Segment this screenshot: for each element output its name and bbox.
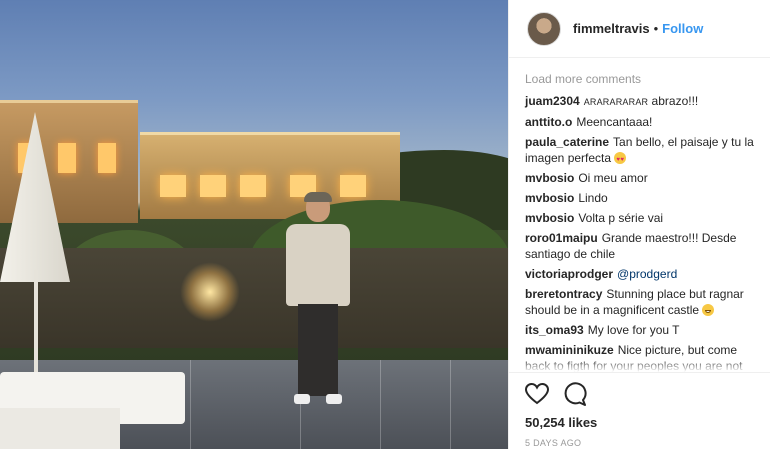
comment-username[interactable]: victoriaprodger: [525, 267, 613, 281]
comment-username[interactable]: mvbosio: [525, 191, 574, 205]
comment-text: abrazo!!!: [648, 94, 699, 108]
post-username[interactable]: fimmeltravis: [573, 21, 650, 36]
comment-item: paula_caterine Tan bello, el paisaje y tu…: [525, 134, 755, 168]
comment-username[interactable]: anttito.o: [525, 115, 572, 129]
comment-mention-link[interactable]: @prodgerd: [617, 267, 677, 281]
comment-item: roro01maipu Grande maestro!!! Desde santi…: [525, 230, 755, 262]
avatar[interactable]: [527, 11, 561, 46]
comment-item: breretontracy Stunning place but ragnar s…: [525, 286, 755, 318]
comment-item: mvbosio Lindo: [525, 190, 755, 206]
heart-eyes-emoji-icon: [614, 152, 627, 168]
comment-item: anttito.o Meencantaaa!: [525, 114, 755, 130]
comment-item: juam2304 ARARARARAR abrazo!!!: [525, 93, 755, 110]
comment-text-small: ARARARARAR: [583, 97, 649, 107]
comment-username[interactable]: roro01maipu: [525, 231, 598, 245]
comment-username[interactable]: juam2304: [525, 94, 580, 108]
comment-username[interactable]: breretontracy: [525, 287, 602, 301]
photo-lounger: [0, 408, 120, 449]
load-more-comments-link[interactable]: Load more comments: [525, 72, 755, 86]
comment-item: mvbosio Oi meu amor: [525, 170, 755, 186]
comment-username[interactable]: mvbosio: [525, 171, 574, 185]
photo-stone-wall: [0, 248, 508, 348]
comments-fade: [509, 358, 770, 372]
comments-list[interactable]: Load more comments juam2304 ARARARARAR ab…: [509, 58, 770, 372]
grin-emoji-icon: [702, 304, 715, 316]
comment-text: My love for you T: [587, 323, 680, 337]
comment-item: mvbosio Volta p série vai: [525, 210, 755, 226]
follow-button[interactable]: Follow: [662, 21, 703, 36]
comment-text: Lindo: [578, 191, 608, 205]
post-photo[interactable]: [0, 0, 508, 449]
comment-username[interactable]: mwamininikuze: [525, 343, 614, 357]
heart-icon[interactable]: [525, 382, 549, 406]
action-icons: [525, 381, 755, 407]
post-header: fimmeltravis • Follow: [509, 0, 770, 58]
post-timestamp[interactable]: 5 DAYS AGO: [525, 438, 755, 448]
separator-dot: •: [653, 21, 659, 36]
comment-text: Volta p série vai: [578, 211, 664, 225]
likes-count[interactable]: 50,254 likes: [525, 415, 755, 430]
comment-item: its_oma93 My love for you T: [525, 322, 755, 338]
comment-icon[interactable]: [563, 382, 587, 406]
comment-username[interactable]: mvbosio: [525, 211, 574, 225]
photo-light-glow: [180, 262, 240, 322]
comment-text: Oi meu amor: [578, 171, 648, 185]
comment-username[interactable]: paula_caterine: [525, 135, 609, 149]
comment-text: Meencantaaa!: [576, 115, 653, 129]
photo-person: [280, 192, 356, 410]
comment-username[interactable]: its_oma93: [525, 323, 584, 337]
instagram-post: fimmeltravis • Follow Load more comments…: [0, 0, 770, 449]
post-actions: 50,254 likes 5 DAYS AGO: [509, 372, 770, 448]
post-sidebar: fimmeltravis • Follow Load more comments…: [508, 0, 770, 449]
comment-item: victoriaprodger @prodgerd: [525, 266, 755, 282]
